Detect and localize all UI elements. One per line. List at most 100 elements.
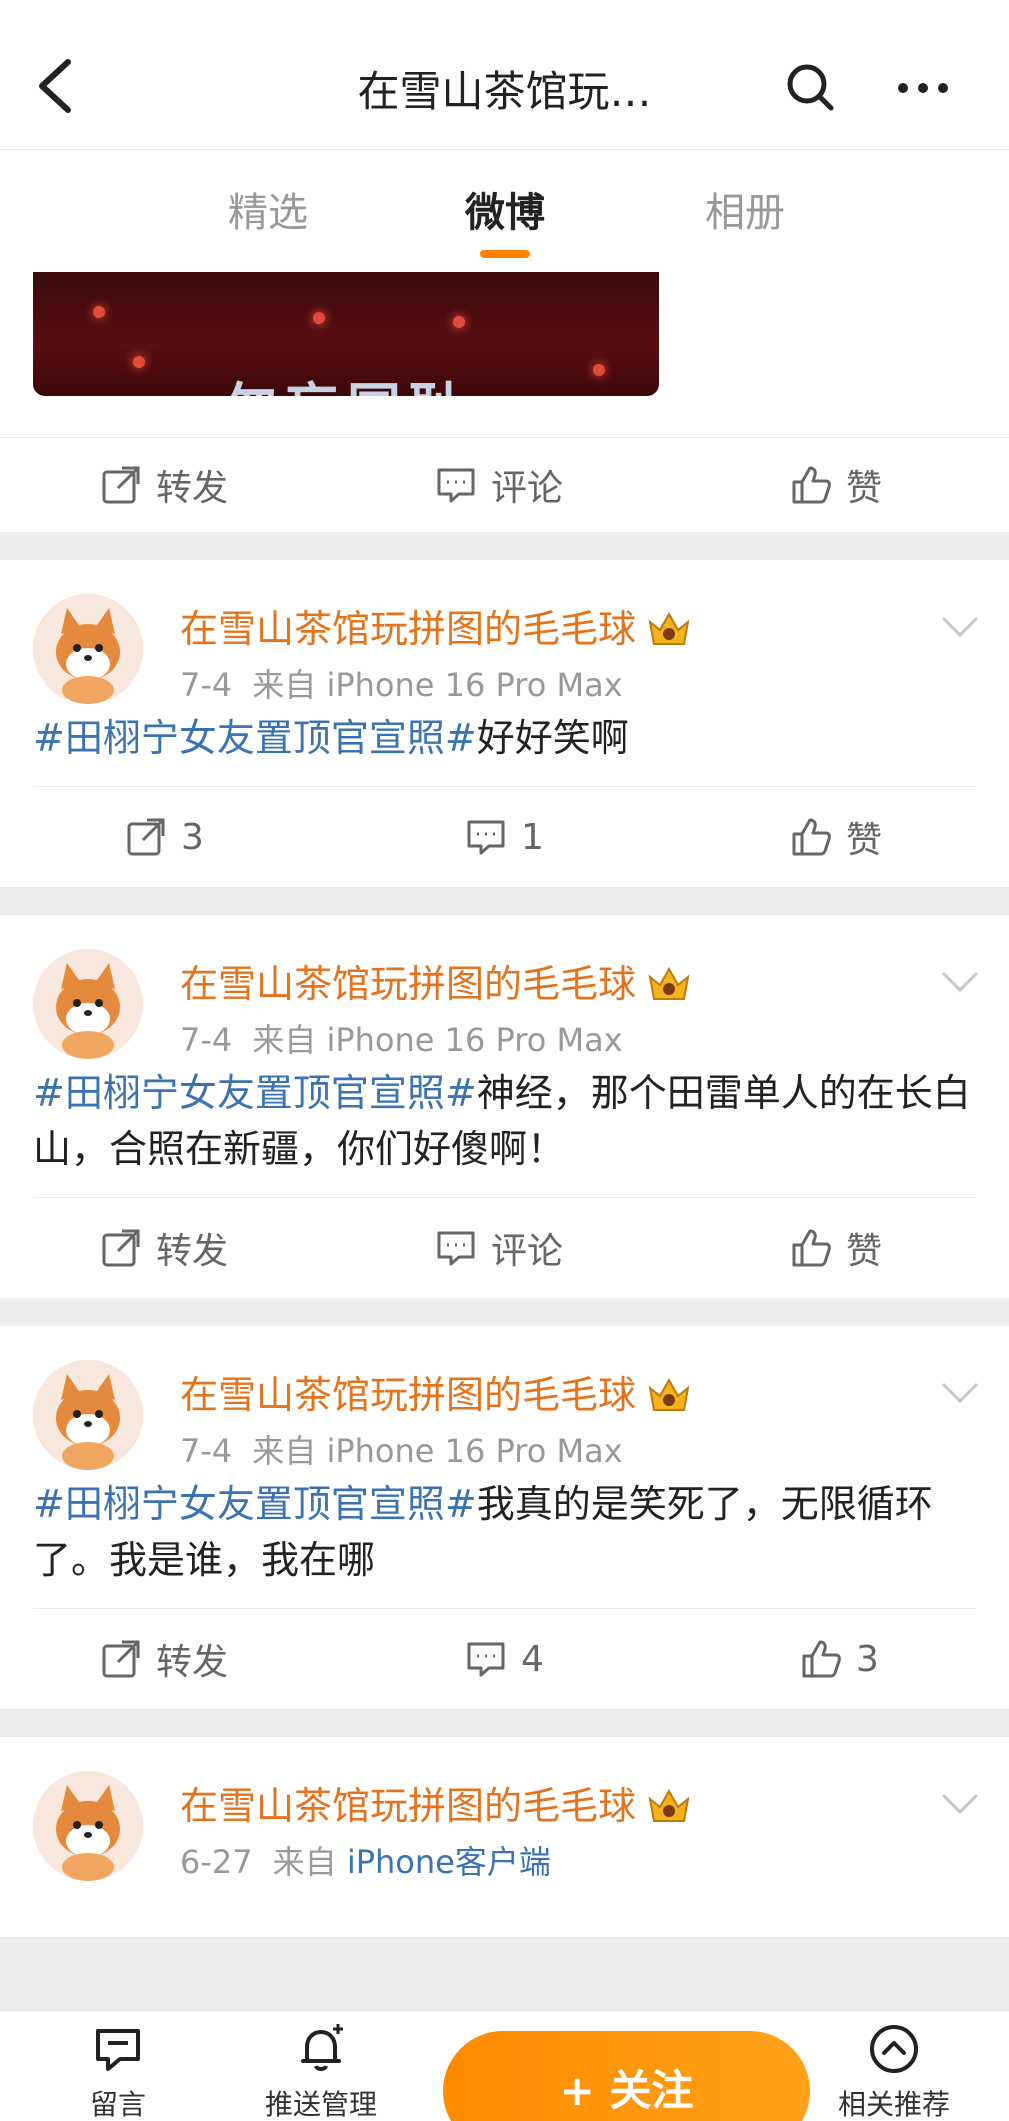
like-label: 赞 [846,468,883,509]
repost-label: 转发 [156,1642,229,1683]
comment-count: 4 [521,1638,544,1680]
action-bar: 3 1 赞 [0,787,1009,887]
hashtag-link[interactable]: #田栩宁女友置顶官宣照# [33,716,477,760]
action-bar: 转发 4 3 [0,1609,1009,1709]
post-meta: 7-4 来自 iPhone 16 Pro Max [180,1021,623,1059]
bottom-bar: 留言 推送管理 + 关注 相关推荐 [0,2010,1009,2121]
post-image[interactable]: 勿忘国耻 [33,272,659,396]
author-name[interactable]: 在雪山茶馆玩拼图的毛毛球 [180,1364,692,1419]
active-tab-indicator [480,250,530,258]
post-card: 在雪山茶馆玩拼图的毛毛球 7-4 来自 iPhone 16 Pro Max #田栩… [0,915,1009,1298]
crown-badge-icon [648,966,690,1000]
comment-label: 评论 [491,1231,564,1272]
post-header: 在雪山茶馆玩拼图的毛毛球 6-27 来自 iPhone客户端 [0,1737,1009,1887]
like-icon [802,1640,841,1678]
post-meta: 6-27 来自 iPhone客户端 [180,1843,551,1881]
repost-label: 转发 [156,1231,229,1272]
like-count: 3 [856,1638,879,1680]
post-text: #田栩宁女友置顶官宣照#神经，那个田雷单人的在长白山，合照在新疆，你们好傻啊！ [33,1071,971,1171]
like-button[interactable]: 3 [800,1609,879,1709]
tab-featured[interactable]: 精选 [228,180,308,238]
feed: 勿忘国耻 转发 评论 赞 [0,272,1009,1937]
chevron-down-icon[interactable] [940,1791,980,1817]
follow-button[interactable]: + 关注 [443,2031,810,2121]
tab-album[interactable]: 相册 [705,180,785,238]
top-bar: 在雪山茶馆玩… [0,0,1009,150]
comment-icon [437,1231,475,1266]
tab-weibo[interactable]: 微博 [465,180,545,238]
source-link[interactable]: iPhone客户端 [347,1843,551,1881]
search-icon[interactable] [785,62,835,112]
avatar[interactable] [33,594,143,704]
image-caption: 勿忘国耻 [223,364,471,396]
chevron-down-icon[interactable] [940,614,980,640]
action-bar: 转发 评论 赞 [0,1198,1009,1298]
author-name[interactable]: 在雪山茶馆玩拼图的毛毛球 [180,598,692,653]
comment-count: 1 [521,816,544,858]
comment-button[interactable]: 1 [465,787,544,887]
comment-icon [437,468,475,503]
post-header: 在雪山茶馆玩拼图的毛毛球 7-4 来自 iPhone 16 Pro Max [0,1326,1009,1476]
post-card: 在雪山茶馆玩拼图的毛毛球 7-4 来自 iPhone 16 Pro Max #田栩… [0,560,1009,887]
crown-badge-icon [648,1377,690,1411]
repost-label: 转发 [156,468,229,509]
comment-icon [467,820,505,855]
avatar[interactable] [33,949,143,1059]
shiba-avatar-icon [33,949,143,1059]
repost-button[interactable]: 转发 [100,1198,228,1298]
comment-button[interactable]: 评论 [435,1198,563,1298]
chevron-down-icon[interactable] [940,969,980,995]
like-label: 赞 [846,820,883,861]
post-text: #田栩宁女友置顶官宣照#我真的是笑死了，无限循环了。我是谁，我在哪 [33,1482,933,1582]
chevron-down-icon[interactable] [940,1380,980,1406]
more-icon[interactable] [895,68,951,108]
avatar[interactable] [33,1771,143,1881]
comment-button[interactable]: 4 [465,1609,544,1709]
repost-icon [102,1640,140,1678]
post-card: 在雪山茶馆玩拼图的毛毛球 7-4 来自 iPhone 16 Pro Max #田栩… [0,1326,1009,1709]
repost-button[interactable]: 转发 [100,438,228,532]
post-text: #田栩宁女友置顶官宣照#好好笑啊 [33,716,629,760]
post-meta: 7-4 来自 iPhone 16 Pro Max [180,1432,623,1470]
comment-button[interactable]: 评论 [435,438,563,532]
post-header: 在雪山茶馆玩拼图的毛毛球 7-4 来自 iPhone 16 Pro Max [0,915,1009,1065]
tab-bar: 精选 微博 相册 [0,150,1009,272]
repost-icon [127,818,165,856]
comment-icon [467,1642,505,1677]
post-meta: 7-4 来自 iPhone 16 Pro Max [180,666,623,704]
comment-label: 评论 [491,468,564,509]
post-card: 在雪山茶馆玩拼图的毛毛球 6-27 来自 iPhone客户端 [0,1737,1009,1937]
action-bar: 转发 评论 赞 [0,438,1009,532]
author-name[interactable]: 在雪山茶馆玩拼图的毛毛球 [180,953,692,1008]
repost-count: 3 [181,816,204,858]
repost-button[interactable]: 转发 [100,1609,228,1709]
post-header: 在雪山茶馆玩拼图的毛毛球 7-4 来自 iPhone 16 Pro Max [0,560,1009,710]
like-button[interactable]: 赞 [790,438,882,532]
avatar[interactable] [33,1360,143,1470]
like-label: 赞 [846,1231,883,1272]
push-settings-button[interactable]: 推送管理 [265,2021,377,2121]
bell-icon [301,2024,343,2071]
message-button[interactable]: 留言 [90,2021,146,2121]
hashtag-link[interactable]: #田栩宁女友置顶官宣照# [33,1071,477,1115]
related-recommend-button[interactable]: 相关推荐 [838,2021,950,2121]
repost-icon [102,466,140,504]
repost-button[interactable]: 3 [125,787,204,887]
message-icon [96,2029,140,2071]
hashtag-link[interactable]: #田栩宁女友置顶官宣照# [33,1482,477,1526]
like-button[interactable]: 赞 [790,1198,882,1298]
shiba-avatar-icon [33,1360,143,1470]
page-title: 在雪山茶馆玩… [357,67,652,116]
crown-badge-icon [648,611,690,645]
chevron-up-circle-icon [870,2025,918,2073]
crown-badge-icon [648,1788,690,1822]
post-card: 勿忘国耻 转发 评论 赞 [0,272,1009,532]
shiba-avatar-icon [33,594,143,704]
like-button[interactable]: 赞 [790,787,882,887]
shiba-avatar-icon [33,1771,143,1881]
repost-icon [102,1229,140,1267]
author-name[interactable]: 在雪山茶馆玩拼图的毛毛球 [180,1775,692,1830]
like-icon [792,466,831,504]
like-icon [792,1229,831,1267]
like-icon [792,818,831,856]
